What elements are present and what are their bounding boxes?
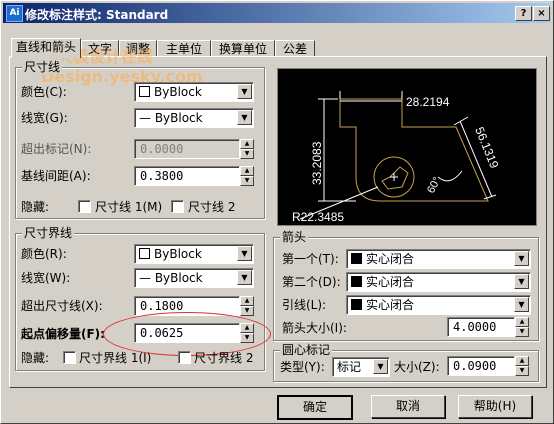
tab-tolerances[interactable]: 公差 — [275, 40, 315, 57]
tab-alt-units[interactable]: 换算单位 — [211, 40, 275, 57]
ext-color-select[interactable]: ByBlock ▼ — [134, 244, 254, 264]
ext-offset-label: 起点偏移量(F): — [21, 327, 105, 341]
preview-canvas: 28.2194 33.2083 56.1319 60° R22.3485 — [277, 68, 537, 226]
spin-up-icon[interactable]: ▲ — [240, 166, 254, 176]
dim-radius-text: R22.3485 — [292, 210, 344, 224]
ext-extend-label: 超出尺寸线(X): — [21, 299, 103, 313]
spin-down-icon[interactable]: ▼ — [515, 327, 529, 337]
chevron-down-icon[interactable]: ▼ — [237, 84, 252, 99]
center-type-select[interactable]: 标记 ▼ — [332, 357, 390, 377]
spin-up-icon[interactable]: ▲ — [240, 139, 254, 149]
dim-color-label: 颜色(C): — [21, 85, 67, 99]
dim-top-text: 28.2194 — [406, 95, 450, 109]
dim-left-text: 33.2083 — [310, 141, 324, 185]
arrowheads-title: 箭头 — [280, 230, 309, 244]
suppress-dim2-label: 尺寸线 2 — [188, 200, 236, 214]
tab-primary-units[interactable]: 主单位 — [157, 40, 211, 57]
arrow-icon — [351, 299, 362, 310]
suppress-ext1-label: 尺寸界线 1(I) — [79, 351, 152, 365]
arrow-icon — [351, 253, 362, 264]
app-icon: Ai — [6, 5, 23, 22]
dim-angle-text: 60° — [425, 175, 443, 195]
chevron-down-icon[interactable]: ▼ — [237, 246, 252, 261]
chevron-down-icon[interactable]: ▼ — [237, 110, 252, 125]
suppress-dim1-label: 尺寸线 1(M) — [95, 200, 163, 214]
arrow-icon — [351, 276, 362, 287]
ext-lineweight-select[interactable]: — ByBlock ▼ — [134, 268, 254, 288]
window-title: 修改标注样式: Standard — [25, 8, 169, 22]
title-bar: Ai 修改标注样式: Standard ? × — [3, 3, 551, 23]
chevron-down-icon[interactable]: ▼ — [373, 359, 388, 374]
suppress-ext2-label: 尺寸界线 2 — [194, 351, 254, 365]
second-arrow-select[interactable]: 实心闭合 ▼ — [346, 272, 531, 292]
highlight-ellipse — [103, 312, 271, 356]
ext-suppress-label: 隐藏: — [21, 351, 50, 365]
spin-up-icon[interactable]: ▲ — [515, 317, 529, 327]
center-size-label: 大小(Z): — [394, 360, 440, 374]
ext-color-label: 颜色(R): — [21, 247, 67, 261]
dim-suppress-label: 隐藏: — [21, 200, 50, 214]
dialog-window: Ai 修改标注样式: Standard ? × 直线和箭头 文字 调整 主单位 … — [0, 0, 554, 424]
cancel-button[interactable]: 取消 — [371, 395, 445, 418]
arrow-size-spinner[interactable]: 4.0000 ▲ ▼ — [447, 317, 529, 337]
dim-lines-title: 尺寸线 — [22, 60, 63, 74]
first-arrow-label: 第一个(T): — [282, 252, 339, 266]
suppress-ext2-checkbox[interactable] — [178, 351, 191, 364]
spin-down-icon[interactable]: ▼ — [515, 366, 529, 376]
ok-button[interactable]: 确定 — [277, 395, 353, 420]
dim-extend-label: 超出标记(N): — [21, 142, 92, 156]
spin-down-icon[interactable]: ▼ — [240, 306, 254, 316]
chevron-down-icon[interactable]: ▼ — [514, 251, 529, 266]
spin-down-icon[interactable]: ▼ — [240, 149, 254, 159]
hole-outline — [381, 166, 409, 190]
suppress-ext1-checkbox[interactable] — [63, 351, 76, 364]
center-type-label: 类型(Y): — [280, 360, 325, 374]
dim-right-text: 56.1319 — [472, 125, 501, 171]
dim-color-select[interactable]: ByBlock ▼ — [134, 82, 254, 102]
dim-extend-spinner[interactable]: 0.0000 ▲ ▼ — [134, 139, 254, 159]
preview-drawing: 28.2194 33.2083 56.1319 60° R22.3485 — [292, 91, 502, 224]
help-title-button[interactable]: ? — [515, 6, 532, 21]
leader-select[interactable]: 实心闭合 ▼ — [346, 295, 531, 315]
help-button[interactable]: 帮助(H) — [458, 395, 532, 418]
suppress-dim1-checkbox[interactable] — [78, 200, 91, 213]
suppress-dim2-checkbox[interactable] — [171, 200, 184, 213]
ext-lineweight-label: 线宽(W): — [21, 271, 71, 285]
spin-up-icon[interactable]: ▲ — [240, 296, 254, 306]
first-arrow-select[interactable]: 实心闭合 ▼ — [346, 249, 531, 269]
dim-lineweight-select[interactable]: — ByBlock ▼ — [134, 108, 254, 128]
dim-lineweight-label: 线宽(G): — [21, 111, 68, 125]
dim-baseline-spinner[interactable]: 0.3800 ▲ ▼ — [134, 166, 254, 186]
dimension-lines — [299, 91, 497, 220]
second-arrow-label: 第二个(D): — [282, 275, 341, 289]
dim-baseline-label: 基线间距(A): — [21, 169, 91, 183]
tab-lines-arrows[interactable]: 直线和箭头 — [11, 38, 81, 58]
spin-up-icon[interactable]: ▲ — [515, 356, 529, 366]
part-outline — [339, 98, 489, 202]
arrow-size-label: 箭头大小(I): — [282, 321, 347, 335]
chevron-down-icon[interactable]: ▼ — [514, 297, 529, 312]
leader-label: 引线(L): — [282, 298, 327, 312]
close-icon[interactable]: × — [533, 6, 550, 21]
color-swatch-icon — [139, 86, 150, 97]
chevron-down-icon[interactable]: ▼ — [237, 270, 252, 285]
ext-lines-title: 尺寸界线 — [22, 226, 75, 240]
center-size-spinner[interactable]: 0.0900 ▲ ▼ — [447, 356, 529, 376]
center-marks-title: 圆心标记 — [280, 343, 333, 357]
color-swatch-icon — [139, 248, 150, 259]
chevron-down-icon[interactable]: ▼ — [514, 274, 529, 289]
spin-down-icon[interactable]: ▼ — [240, 176, 254, 186]
